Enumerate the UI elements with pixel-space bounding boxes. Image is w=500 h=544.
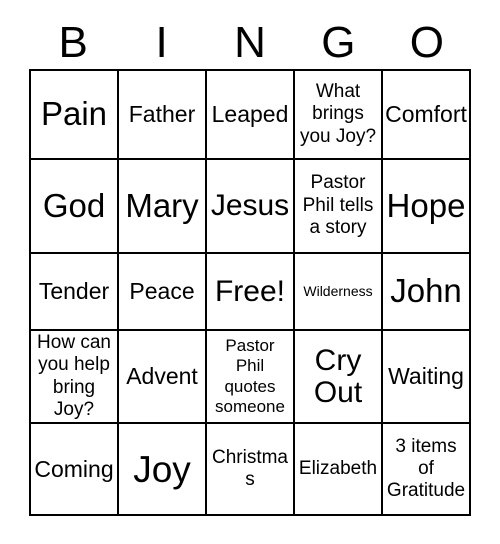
bingo-row: Coming Joy Christmas Elizabeth 3 items o… bbox=[31, 424, 471, 516]
bingo-cell[interactable]: Cry Out bbox=[295, 330, 383, 425]
bingo-cell[interactable]: Joy bbox=[119, 424, 207, 516]
bingo-cell[interactable]: Elizabeth bbox=[295, 424, 383, 516]
bingo-cell-label: Coming bbox=[34, 455, 114, 482]
bingo-header-letter-i: I bbox=[155, 18, 168, 67]
bingo-row: God Mary Jesus Pastor Phil tells a story… bbox=[31, 159, 471, 255]
bingo-cell-label: Free! bbox=[214, 274, 286, 308]
bingo-cell[interactable]: Waiting bbox=[383, 330, 471, 425]
bingo-cell[interactable]: Mary bbox=[119, 159, 207, 255]
bingo-cell[interactable]: Father bbox=[119, 71, 207, 160]
bingo-row: Pain Father Leaped What brings you Joy? … bbox=[31, 71, 471, 160]
bingo-cell-label: 3 items of Gratitude bbox=[386, 435, 466, 502]
bingo-cell[interactable]: Wilderness bbox=[295, 254, 383, 331]
bingo-cell-label: Comfort bbox=[385, 100, 467, 127]
bingo-header-row: B I N G O bbox=[29, 18, 471, 68]
bingo-cell-label: Peace bbox=[129, 277, 195, 304]
bingo-cell[interactable]: Christmas bbox=[207, 424, 295, 516]
bingo-cell[interactable]: Jesus bbox=[207, 159, 295, 255]
bingo-cell-label: God bbox=[42, 186, 106, 224]
bingo-cell-label: Waiting bbox=[388, 362, 464, 389]
bingo-cell-label: Jesus bbox=[210, 188, 290, 222]
bingo-cell-label: Christmas bbox=[211, 446, 288, 491]
bingo-row: How can you help bring Joy? Advent Pasto… bbox=[31, 330, 471, 425]
bingo-cell-label: Wilderness bbox=[303, 283, 373, 300]
bingo-cell[interactable]: Tender bbox=[31, 254, 119, 331]
bingo-cell-label: John bbox=[390, 272, 462, 310]
bingo-cell-label: Pastor Phil quotes someone bbox=[215, 335, 285, 416]
bingo-cell-label: Pain bbox=[40, 95, 108, 133]
bingo-cell[interactable]: John bbox=[383, 254, 471, 331]
bingo-cell-label: What brings you Joy? bbox=[299, 80, 377, 147]
bingo-header-letter-n: N bbox=[234, 18, 266, 67]
bingo-header-letter-o: O bbox=[409, 18, 444, 67]
bingo-cell[interactable]: Coming bbox=[31, 424, 119, 516]
bingo-cell[interactable]: Hope bbox=[383, 159, 471, 255]
bingo-cell-label: Leaped bbox=[211, 100, 289, 127]
bingo-cell-label: How can you help bring Joy? bbox=[37, 331, 111, 421]
bingo-cell-label: Cry Out bbox=[313, 343, 363, 409]
bingo-cell-label: Tender bbox=[38, 277, 110, 304]
bingo-cell[interactable]: Advent bbox=[119, 330, 207, 425]
bingo-cell-label: Father bbox=[128, 100, 196, 127]
bingo-cell[interactable]: Leaped bbox=[207, 71, 295, 160]
bingo-cell[interactable]: 3 items of Gratitude bbox=[383, 424, 471, 516]
bingo-row: Tender Peace Free! Wilderness John bbox=[31, 254, 471, 331]
bingo-cell[interactable]: What brings you Joy? bbox=[295, 71, 383, 160]
bingo-cell[interactable]: Pastor Phil tells a story bbox=[295, 159, 383, 255]
bingo-header-letter-b: B bbox=[58, 18, 88, 67]
bingo-cell[interactable]: Free! bbox=[207, 254, 295, 331]
bingo-cell-label: Hope bbox=[386, 186, 466, 224]
bingo-card: B I N G O Pain Father Leaped What brings… bbox=[0, 0, 500, 544]
bingo-cell[interactable]: Pain bbox=[31, 71, 119, 160]
bingo-cell-label: Pastor Phil tells a story bbox=[302, 172, 374, 239]
bingo-cell[interactable]: How can you help bring Joy? bbox=[31, 330, 119, 425]
bingo-header-letter-g: G bbox=[321, 18, 356, 67]
bingo-cell[interactable]: Comfort bbox=[383, 71, 471, 160]
bingo-cell-label: Elizabeth bbox=[298, 458, 378, 479]
bingo-cell-label: Advent bbox=[126, 362, 198, 389]
bingo-cell-label: Mary bbox=[125, 186, 199, 224]
bingo-cell-label: Joy bbox=[133, 448, 191, 490]
bingo-grid: Pain Father Leaped What brings you Joy? … bbox=[29, 69, 471, 516]
bingo-cell[interactable]: God bbox=[31, 159, 119, 255]
bingo-cell[interactable]: Pastor Phil quotes someone bbox=[207, 330, 295, 425]
bingo-cell[interactable]: Peace bbox=[119, 254, 207, 331]
